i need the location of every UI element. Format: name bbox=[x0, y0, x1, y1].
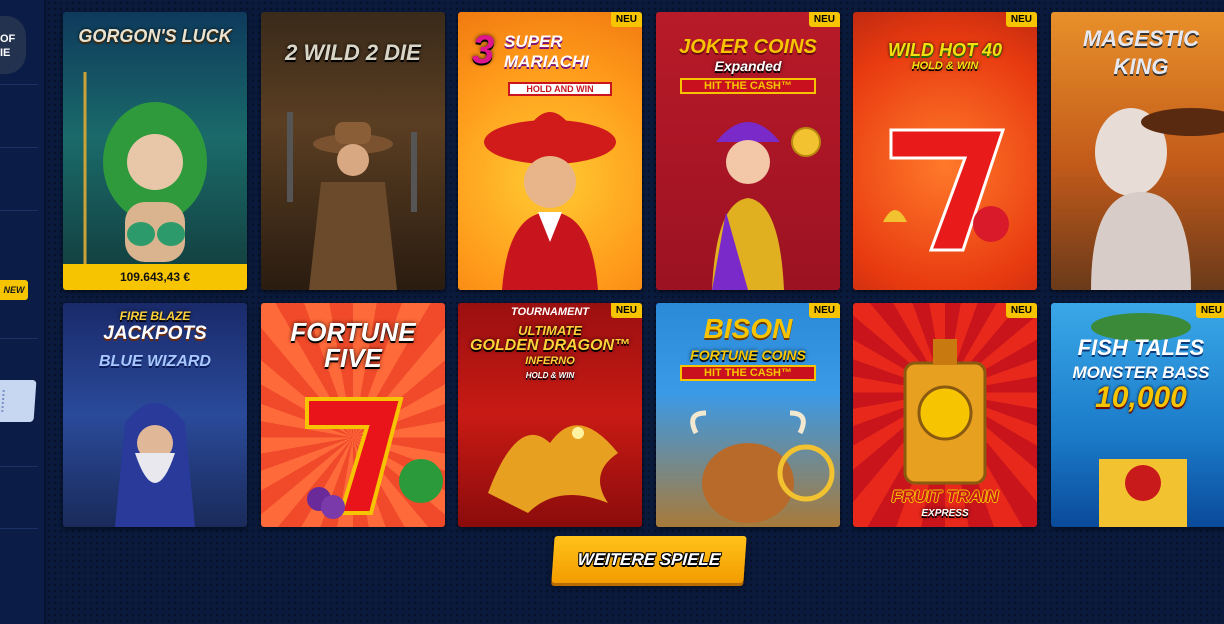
game-subtitle: HOLD AND WIN bbox=[508, 82, 612, 96]
game-title: GORGON'S LUCK bbox=[78, 26, 232, 46]
game-tile-fruit-train[interactable]: FRUIT TRAIN EXPRESS NEU bbox=[853, 303, 1037, 527]
game-tile-wild-hot-40[interactable]: WILD HOT 40 HOLD & WIN NEU bbox=[853, 12, 1037, 290]
new-badge: NEU bbox=[1005, 303, 1037, 318]
game-title-2: JACKPOTS bbox=[103, 323, 207, 344]
sidebar-divider bbox=[0, 210, 38, 211]
game-tile-joker-coins[interactable]: JOKER COINS Expanded HIT THE CASH™ NEU bbox=[656, 12, 840, 290]
game-title-2: FIVE bbox=[324, 343, 382, 373]
new-badge: NEU bbox=[610, 12, 642, 27]
new-badge: NEU bbox=[610, 303, 642, 318]
game-tile-magestic-king[interactable]: MAGESTIC KING bbox=[1051, 12, 1224, 290]
sidebar-divider bbox=[0, 466, 38, 467]
game-title: FIRE BLAZE bbox=[119, 309, 191, 323]
game-tile-gorgons-luck[interactable]: GORGON'S LUCK 109.643,43 € bbox=[63, 12, 247, 290]
game-subtitle: HIT THE CASH™ bbox=[680, 78, 816, 94]
logo-text-line1: OF bbox=[0, 33, 16, 45]
game-tile-fish-tales[interactable]: FISH TALES MONSTER BASS 10,000 NEU bbox=[1051, 303, 1224, 527]
game-tile-golden-dragon-inferno[interactable]: TOURNAMENT ULTIMATE GOLDEN DRAGON™ INFER… bbox=[458, 303, 642, 527]
game-subtitle: HIT THE CASH™ bbox=[680, 365, 816, 381]
logo-text-line2: IE bbox=[0, 47, 11, 59]
sidebar: OF IE NEW bbox=[0, 0, 46, 624]
sidebar-divider bbox=[0, 528, 38, 529]
game-subtitle: BLUE WIZARD bbox=[99, 353, 211, 370]
game-title: JOKER COINS bbox=[679, 36, 817, 58]
game-tile-2-wild-2-die[interactable]: 2 WILD 2 DIE bbox=[261, 12, 445, 290]
new-badge: NEU bbox=[1005, 12, 1037, 27]
game-title-2: GOLDEN DRAGON™ bbox=[470, 337, 630, 354]
jackpot-amount: 109.643,43 € bbox=[63, 264, 247, 290]
game-tile-bison-fortune-coins[interactable]: BISON FORTUNE COINS HIT THE CASH™ NEU bbox=[656, 303, 840, 527]
game-tile-fortune-five[interactable]: FORTUNE FIVE bbox=[261, 303, 445, 527]
game-subtitle: HOLD & WIN bbox=[525, 371, 575, 380]
sidebar-divider bbox=[0, 338, 38, 339]
sidebar-divider bbox=[0, 147, 38, 148]
game-title-2: Expanded bbox=[714, 58, 782, 74]
sidebar-card-item[interactable] bbox=[0, 380, 37, 422]
game-title: MAGESTIC bbox=[1082, 26, 1200, 51]
game-title-3: INFERNO bbox=[525, 355, 575, 367]
medusa-artwork bbox=[83, 72, 207, 272]
game-title-2: EXPRESS bbox=[921, 508, 969, 519]
game-title-3: 10,000 bbox=[1095, 381, 1187, 414]
game-title-number: 3 bbox=[472, 28, 495, 72]
sidebar-divider bbox=[0, 84, 38, 85]
game-title: WILD HOT 40 bbox=[887, 40, 1002, 60]
new-badge: NEU bbox=[1195, 303, 1224, 318]
sidebar-new-badge[interactable]: NEW bbox=[0, 280, 28, 300]
sidebar-logo-text: OF IE bbox=[0, 32, 15, 60]
new-badge: NEU bbox=[808, 12, 840, 27]
game-title: FISH TALES bbox=[1077, 335, 1205, 360]
more-games-button[interactable]: WEITERE SPIELE bbox=[551, 536, 747, 583]
game-title: ULTIMATE bbox=[518, 323, 582, 338]
game-tile-fire-blaze-blue-wizard[interactable]: FIRE BLAZE JACKPOTS BLUE WIZARD bbox=[63, 303, 247, 527]
new-badge: NEU bbox=[808, 303, 840, 318]
game-title-2: FORTUNE COINS bbox=[690, 347, 806, 363]
game-subtitle: HOLD & WIN bbox=[911, 60, 979, 72]
game-title: SUPER MARIACHI bbox=[504, 32, 589, 71]
game-title: FRUIT TRAIN bbox=[891, 487, 999, 506]
game-tile-3-super-mariachi[interactable]: 3 SUPER MARIACHI HOLD AND WIN NEU bbox=[458, 12, 642, 290]
game-title-2: MONSTER BASS bbox=[1072, 363, 1210, 382]
game-title-2: KING bbox=[1113, 54, 1169, 79]
game-title: 2 WILD 2 DIE bbox=[285, 40, 421, 65]
game-title: BISON bbox=[703, 313, 793, 344]
